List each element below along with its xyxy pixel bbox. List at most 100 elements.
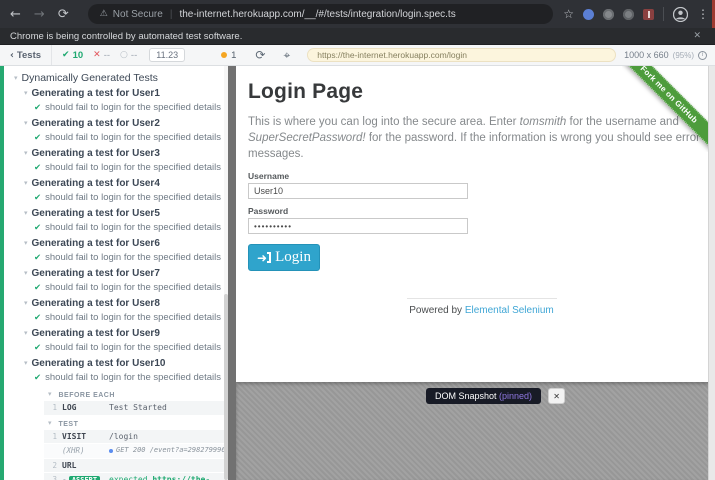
test-row[interactable]: ✔should fail to login for the specified … [14, 372, 222, 384]
chevron-down-icon: ▾ [14, 74, 18, 82]
elemental-selenium-link[interactable]: Elemental Selenium [465, 305, 554, 316]
dom-snapshot-badge: DOM Snapshot (pinned) [426, 388, 541, 404]
test-section-header[interactable]: ▾ TEST [44, 416, 228, 430]
suite-row[interactable]: ▾Generating a test for User10 [14, 357, 222, 370]
test-row[interactable]: ✔should fail to login for the specified … [14, 102, 222, 114]
suite-block: ▾Generating a test for User1 ✔should fai… [14, 87, 222, 114]
password-hint: SuperSecretPassword! [248, 132, 366, 144]
extension-icon[interactable] [583, 9, 594, 20]
failed-count: -- [104, 50, 110, 61]
login-button[interactable]: ➜ Login [248, 244, 320, 271]
test-row[interactable]: ✔should fail to login for the specified … [14, 162, 222, 174]
aut-url-input[interactable] [307, 48, 616, 62]
viewport-info-icon[interactable]: i [698, 51, 707, 60]
back-to-tests-button[interactable]: ‹ Tests [0, 45, 52, 65]
command-number: 2 [44, 461, 57, 470]
suite-row[interactable]: ▾Generating a test for User3 [14, 147, 222, 160]
pending-circle-icon: ○ [120, 50, 128, 60]
infobar-close-icon[interactable]: ✕ [693, 31, 701, 41]
password-field[interactable] [248, 218, 468, 234]
back-to-tests-label: Tests [17, 50, 41, 61]
chevron-down-icon: ▾ [48, 419, 52, 427]
test-label: should fail to login for the specified d… [45, 372, 221, 383]
check-icon: ✔ [34, 223, 41, 233]
passed-count: 10 [73, 50, 84, 61]
suite-row[interactable]: ▾Generating a test for User8 [14, 297, 222, 310]
snapshot-label: DOM Snapshot [435, 391, 499, 401]
failed-cross-icon: ✕ [93, 50, 101, 60]
toolbar-divider [663, 7, 664, 21]
unpin-snapshot-button[interactable]: ✕ [548, 388, 565, 404]
suite-block: ▾Generating a test for User9 ✔should fai… [14, 327, 222, 354]
chevron-down-icon: ▾ [24, 269, 28, 277]
scrollbar-thumb[interactable] [224, 294, 228, 480]
suite-label: Generating a test for User3 [32, 148, 160, 159]
powered-by-text: Powered by [409, 305, 465, 316]
command-row-xhr[interactable]: (XHR) GET 200 /event?a=2982799967&d=2982… [44, 444, 228, 458]
extension-icon[interactable] [623, 9, 634, 20]
extension-icon[interactable] [603, 9, 614, 20]
test-row[interactable]: ✔should fail to login for the specified … [14, 282, 222, 294]
command-row-assert[interactable]: 3 -ASSERT expected https://the-internet.… [44, 473, 228, 480]
main-area: ▾Dynamically Generated Tests ▾Generating… [0, 66, 715, 480]
test-label: should fail to login for the specified d… [45, 192, 221, 203]
back-icon[interactable]: ← [10, 7, 21, 22]
username-field[interactable] [248, 183, 468, 199]
not-secure-warning-icon: ⚠ [100, 9, 108, 19]
suite-row[interactable]: ▾Generating a test for User6 [14, 237, 222, 250]
reload-icon[interactable]: ⟳ [58, 7, 69, 22]
command-row-log[interactable]: 1 LOG Test Started [44, 401, 228, 415]
suite-label: Generating a test for User5 [32, 208, 160, 219]
test-row[interactable]: ✔should fail to login for the specified … [14, 222, 222, 234]
test-stats: ✔ 10 ✕ -- ○ -- [52, 45, 147, 65]
command-row-visit[interactable]: 1 VISIT /login [44, 430, 228, 444]
pinned-dot-icon [221, 52, 227, 58]
suite-label: Generating a test for User2 [32, 118, 160, 129]
command-number: 3 [44, 475, 57, 480]
address-bar[interactable]: ⚠ Not Secure | the-internet.herokuapp.co… [88, 4, 554, 24]
command-method: -ASSERT [62, 475, 109, 480]
suite-row[interactable]: ▾Generating a test for User5 [14, 207, 222, 220]
suite-row[interactable]: ▾Generating a test for User4 [14, 177, 222, 190]
suite-row[interactable]: ▾Generating a test for User7 [14, 267, 222, 280]
restart-tests-icon[interactable]: ⟳ [255, 48, 265, 62]
assert-badge: ASSERT [69, 476, 100, 480]
close-icon: ✕ [553, 392, 560, 401]
pinned-count: 1 [231, 50, 236, 61]
bookmark-star-icon[interactable]: ☆ [563, 7, 574, 21]
suite-block: ▾Generating a test for User5 ✔should fai… [14, 207, 222, 234]
selector-playground-icon[interactable]: ⌖ [283, 48, 290, 63]
address-separator: | [170, 9, 173, 20]
panel-divider[interactable] [228, 66, 236, 480]
child-dash: - [62, 475, 67, 480]
test-row[interactable]: ✔should fail to login for the specified … [14, 342, 222, 354]
aut-url-bar[interactable] [307, 48, 616, 62]
suite-row[interactable]: ▾Generating a test for User1 [14, 87, 222, 100]
test-label: should fail to login for the specified d… [45, 342, 221, 353]
suite-block-expanded: ▾Generating a test for User10 ✔should fa… [14, 357, 222, 480]
suite-row[interactable]: ▾Generating a test for User9 [14, 327, 222, 340]
browser-toolbar: ← → ⟳ ⚠ Not Secure | the-internet.heroku… [0, 0, 715, 28]
reporter-scrollbar[interactable] [224, 66, 228, 480]
test-row[interactable]: ✔ should fail to login for the specified … [14, 192, 222, 204]
check-icon: ✔ [34, 193, 41, 203]
test-row[interactable]: ✔should fail to login for the specified … [14, 132, 222, 144]
chevron-down-icon: ▾ [24, 119, 28, 127]
test-label: should fail to login for the specified d… [45, 282, 221, 293]
command-number: 1 [44, 432, 57, 441]
pass-indicator-strip [0, 66, 4, 480]
forward-icon[interactable]: → [34, 7, 45, 22]
before-each-section-header[interactable]: ▾ BEFORE EACH [44, 387, 228, 401]
suite-row[interactable]: ▾ Generating a test for User2 [14, 117, 222, 130]
root-suite-row[interactable]: ▾Dynamically Generated Tests [14, 72, 222, 84]
chevron-down-icon: ▾ [24, 299, 28, 307]
test-row[interactable]: ✔should fail to login for the specified … [14, 252, 222, 264]
extension-icon[interactable] [643, 9, 654, 20]
menu-kebab-icon[interactable]: ⋮ [697, 7, 709, 21]
viewport-info[interactable]: 1000 x 660 (95%) i [624, 50, 707, 60]
check-icon: ✔ [34, 103, 41, 113]
command-row-url[interactable]: 2 URL [44, 459, 228, 472]
profile-avatar-icon[interactable] [673, 7, 688, 22]
aut-scrollbar[interactable] [708, 66, 715, 480]
test-row[interactable]: ✔should fail to login for the specified … [14, 312, 222, 324]
